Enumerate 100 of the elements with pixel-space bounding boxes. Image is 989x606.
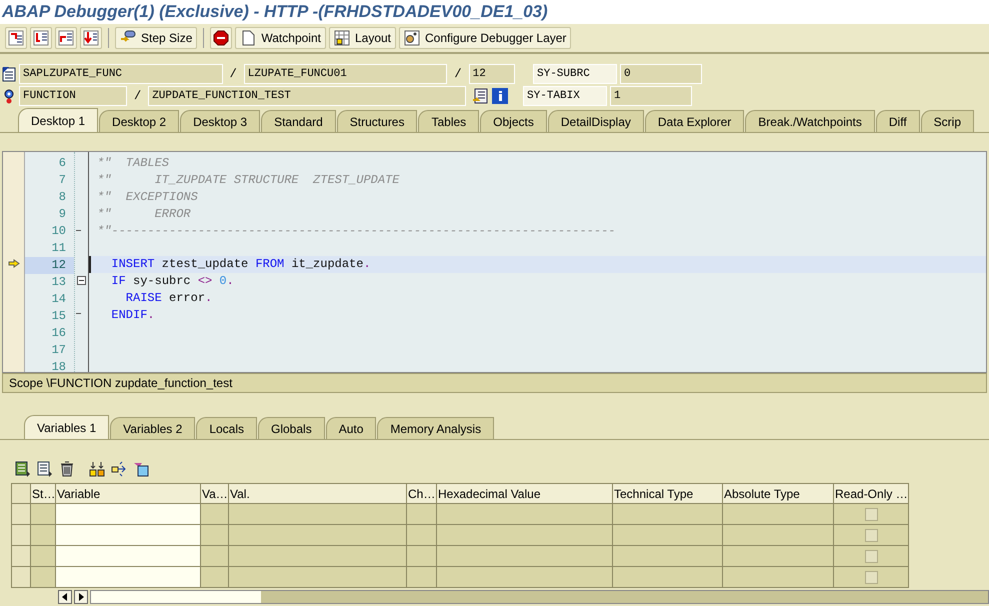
- toolbar-button[interactable]: [110, 460, 127, 478]
- column-header[interactable]: Ch…: [407, 483, 437, 504]
- tab[interactable]: Data Explorer: [644, 110, 744, 132]
- info-field: FUNCTION: [19, 86, 127, 106]
- column-header[interactable]: Read-Only …: [834, 483, 909, 504]
- step-button[interactable]: [80, 27, 102, 49]
- toolbar-button[interactable]: [14, 460, 31, 478]
- input-field[interactable]: [56, 525, 201, 546]
- system-field-name: SY-TABIX: [523, 86, 607, 106]
- scrollbar-thumb[interactable]: [90, 591, 261, 603]
- info-button[interactable]: [492, 88, 508, 104]
- document-icon: [36, 461, 52, 477]
- return-icon: [58, 30, 74, 46]
- checkbox[interactable]: [864, 528, 878, 542]
- toolbar-button[interactable]: [132, 460, 149, 478]
- separator-text: /: [228, 66, 238, 83]
- checkbox[interactable]: [864, 570, 878, 584]
- tab[interactable]: Locals: [196, 417, 257, 439]
- column-header[interactable]: Val.: [229, 483, 407, 504]
- toolbar-button[interactable]: [88, 460, 105, 478]
- current-line-arrow-icon: [8, 258, 20, 268]
- toolbar-button[interactable]: [58, 460, 75, 478]
- line-number: 17: [50, 342, 67, 359]
- right-arrow-icon: [78, 593, 84, 601]
- step-button[interactable]: [55, 27, 77, 49]
- checkbox[interactable]: [864, 550, 878, 562]
- toolbar-button[interactable]: [36, 460, 53, 478]
- tab[interactable]: Variables 1: [24, 415, 110, 439]
- tab[interactable]: Standard: [261, 110, 336, 132]
- toolbar-button[interactable]: Layout: [328, 27, 396, 49]
- add-icon: [14, 461, 30, 477]
- tab[interactable]: Desktop 3: [180, 110, 260, 132]
- tab[interactable]: Diff: [876, 110, 920, 132]
- stop-button[interactable]: [210, 27, 232, 49]
- scroll-right-button[interactable]: [74, 590, 88, 604]
- toolbar-button[interactable]: Watchpoint: [235, 27, 326, 49]
- code-line: RAISE error.: [124, 290, 214, 307]
- checkbox[interactable]: [864, 508, 878, 520]
- table-cell: [201, 567, 229, 588]
- line-number: 12: [25, 257, 74, 274]
- table-cell: [201, 546, 229, 567]
- code-line: *"----------------------------------------------------------------------: [96, 223, 616, 240]
- delete-icon: [58, 461, 74, 477]
- tab[interactable]: Tables: [418, 110, 480, 132]
- tab[interactable]: Memory Analysis: [377, 417, 494, 439]
- scroll-left-button[interactable]: [58, 590, 72, 604]
- table-cell: [407, 504, 437, 525]
- share-icon: [110, 461, 126, 477]
- table-cell: [407, 567, 437, 588]
- column-header[interactable]: Va…: [201, 483, 229, 504]
- info-field: SAPLZUPATE_FUNC: [19, 64, 223, 84]
- info-field: 12: [468, 64, 516, 84]
- tab[interactable]: Globals: [258, 417, 325, 439]
- system-field-value: 0: [620, 64, 702, 84]
- tab[interactable]: Break./Watchpoints: [745, 110, 875, 132]
- line-number: 13: [50, 274, 67, 291]
- separator-text: /: [133, 88, 142, 105]
- source-button[interactable]: [472, 88, 488, 104]
- tab[interactable]: Objects: [480, 110, 547, 132]
- column-header[interactable]: Technical Type: [613, 483, 723, 504]
- filter-icon: [132, 461, 148, 477]
- blocks-icon: [88, 461, 104, 477]
- toolbar-button[interactable]: Configure Debugger Layer: [399, 27, 572, 49]
- table-cell: [201, 504, 229, 525]
- table-cell: [31, 546, 56, 567]
- input-field[interactable]: [56, 546, 201, 567]
- select-all-button[interactable]: [11, 483, 31, 504]
- step-button[interactable]: [5, 27, 27, 49]
- input-field[interactable]: [56, 567, 201, 588]
- line-number: 11: [50, 240, 67, 257]
- code-line: *" IT_ZUPDATE STRUCTURE ZTEST_UPDATE: [96, 172, 400, 189]
- row-selector[interactable]: [11, 525, 31, 546]
- tab[interactable]: Desktop 1: [18, 108, 98, 132]
- line-number: 6: [58, 155, 67, 172]
- tab[interactable]: Structures: [336, 110, 418, 132]
- info-field: LZUPATE_FUNCU01: [244, 64, 448, 84]
- column-header[interactable]: St…: [31, 483, 56, 504]
- tab[interactable]: Variables 2: [110, 417, 196, 439]
- code-line: *" EXCEPTIONS: [96, 189, 199, 206]
- column-header[interactable]: Variable: [56, 483, 201, 504]
- column-header[interactable]: Absolute Type: [723, 483, 834, 504]
- separator-text: /: [453, 66, 463, 83]
- table-cell: [31, 504, 56, 525]
- toolbar-button[interactable]: Step Size: [115, 27, 198, 49]
- tab[interactable]: DetailDisplay: [548, 110, 644, 132]
- table-cell: [407, 546, 437, 567]
- tab[interactable]: Desktop 2: [99, 110, 180, 132]
- tab[interactable]: Scrip: [920, 110, 974, 132]
- step-button[interactable]: [30, 27, 52, 49]
- input-field[interactable]: [56, 504, 201, 525]
- line-number: 10: [50, 223, 67, 240]
- info-field: ZUPDATE_FUNCTION_TEST: [148, 86, 466, 106]
- table-cell: [31, 525, 56, 546]
- row-selector[interactable]: [11, 567, 31, 588]
- execute-icon: [33, 30, 49, 46]
- column-header[interactable]: Hexadecimal Value: [437, 483, 613, 504]
- tab[interactable]: Auto: [326, 417, 376, 439]
- row-selector[interactable]: [11, 504, 31, 525]
- line-number: 8: [58, 189, 67, 206]
- row-selector[interactable]: [11, 546, 31, 567]
